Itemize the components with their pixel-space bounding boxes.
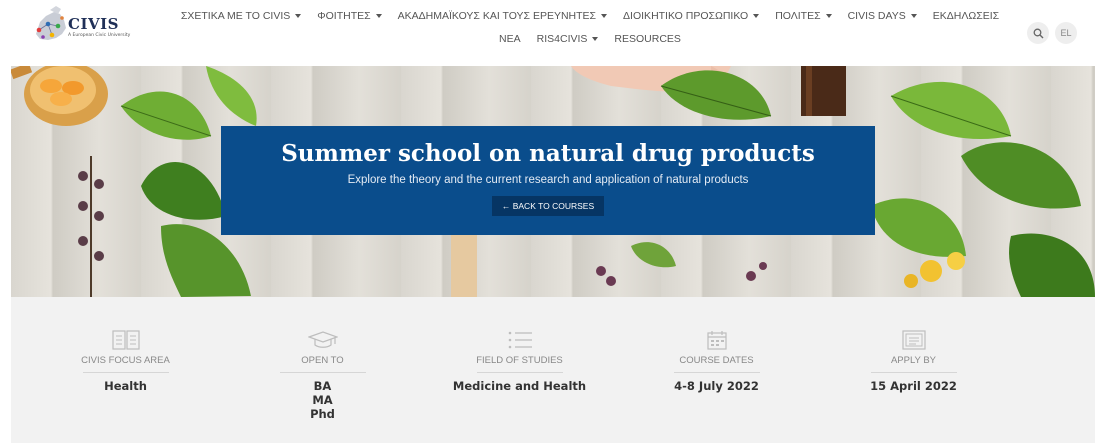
info-label: COURSE DATES <box>679 355 754 366</box>
main-nav: ΣΧΕΤΙΚΑ ΜΕ ΤΟ CIVIS ΦΟΙΤΗΤΕΣ ΑΚΑΔΗΜΑΪΚΟΥ… <box>160 10 1020 45</box>
nav-label: ΑΚΑΔΗΜΑΪΚΟΥΣ ΚΑΙ ΤΟΥΣ ΕΡΕΥΝΗΤΕΣ <box>397 10 597 22</box>
divider <box>476 372 563 373</box>
divider <box>673 372 760 373</box>
nav-item-ris4civis[interactable]: RIS4CIVIS <box>529 33 607 45</box>
nav-label: ΦΟΙΤΗΤΕΣ <box>317 10 371 22</box>
nav-label: RIS4CIVIS <box>536 33 588 45</box>
info-label: APPLY BY <box>890 355 937 366</box>
info-value: 4-8 July 2022 <box>674 379 759 393</box>
course-title-banner: Summer school on natural drug products E… <box>221 126 875 235</box>
nav-item-civis-days[interactable]: CIVIS DAYS <box>840 10 925 22</box>
divider <box>82 372 169 373</box>
caret-down-icon <box>753 14 760 18</box>
civis-logo[interactable]: CIVIS A European Civic University <box>30 4 140 46</box>
list-icon <box>505 330 535 350</box>
info-open-to: OPEN TO BA MA Phd <box>224 297 421 443</box>
nav-item-news[interactable]: ΝΕΑ <box>491 33 529 45</box>
hero-banner-image: Summer school on natural drug products E… <box>11 66 1095 297</box>
graduation-cap-icon <box>307 330 338 350</box>
caret-down-icon <box>601 14 608 18</box>
book-icon <box>111 330 141 350</box>
divider <box>279 372 366 373</box>
page-subtitle: Explore the theory and the current resea… <box>347 174 749 186</box>
caret-down-icon <box>375 14 382 18</box>
info-apply-by: APPLY BY 15 April 2022 <box>815 297 1012 443</box>
header-tools: EL <box>1027 22 1077 44</box>
nav-label: ΣΧΕΤΙΚΑ ΜΕ ΤΟ CIVIS <box>180 10 291 22</box>
nav-item-administrative-staff[interactable]: ΔΙΟΙΚΗΤΙΚΟ ΠΡΟΣΩΠΙΚΟ <box>615 10 767 22</box>
logo-name: CIVIS <box>68 15 119 33</box>
nav-label: ΠΟΛΙΤΕΣ <box>775 10 821 22</box>
caret-down-icon <box>910 14 917 18</box>
info-value: BA MA Phd <box>310 379 335 421</box>
info-label: FIELD OF STUDIES <box>476 355 563 366</box>
info-value-line: MA <box>312 393 333 407</box>
info-value: Health <box>104 379 147 393</box>
nav-item-academics-researchers[interactable]: ΑΚΑΔΗΜΑΪΚΟΥΣ ΚΑΙ ΤΟΥΣ ΕΡΕΥΝΗΤΕΣ <box>390 10 615 22</box>
logo-tagline: A European Civic University <box>68 33 131 38</box>
caret-down-icon <box>295 14 302 18</box>
info-value-line: Phd <box>310 407 335 421</box>
nav-label: RESOURCES <box>614 33 681 45</box>
nav-item-resources[interactable]: RESOURCES <box>606 33 689 45</box>
info-value: 15 April 2022 <box>870 379 957 393</box>
info-focus-area: CIVIS FOCUS AREA Health <box>27 297 224 443</box>
caret-down-icon <box>825 14 832 18</box>
document-icon <box>899 330 929 350</box>
nav-item-citizens[interactable]: ΠΟΛΙΤΕΣ <box>767 10 839 22</box>
nav-item-about-civis[interactable]: ΣΧΕΤΙΚΑ ΜΕ ΤΟ CIVIS <box>173 10 309 22</box>
search-button[interactable] <box>1027 22 1049 44</box>
info-label: OPEN TO <box>301 355 344 366</box>
search-icon <box>1033 28 1043 38</box>
language-switch[interactable]: EL <box>1055 22 1077 44</box>
course-info-strip: CIVIS FOCUS AREA Health OPEN TO BA MA Ph… <box>11 297 1095 443</box>
info-value-line: 4-8 July 2022 <box>674 379 759 393</box>
page-title: Summer school on natural drug products <box>281 140 815 167</box>
info-value: Medicine and Health <box>453 379 586 393</box>
info-label: CIVIS FOCUS AREA <box>81 355 170 366</box>
nav-label: ΝΕΑ <box>499 33 521 45</box>
nav-label: ΔΙΟΙΚΗΤΙΚΟ ΠΡΟΣΩΠΙΚΟ <box>623 10 749 22</box>
info-value-line: Medicine and Health <box>452 379 587 393</box>
info-field-of-studies: FIELD OF STUDIES Medicine and Health <box>421 297 618 443</box>
nav-item-events[interactable]: ΕΚΔΗΛΩΣΕΙΣ <box>925 10 1007 22</box>
caret-down-icon <box>592 37 599 41</box>
back-to-courses-button[interactable]: ← BACK TO COURSES <box>491 196 605 216</box>
calendar-icon <box>702 330 732 350</box>
nav-label: CIVIS DAYS <box>847 10 906 22</box>
info-value-line: BA <box>313 379 332 393</box>
info-value-line: Health <box>104 379 147 393</box>
nav-label: ΕΚΔΗΛΩΣΕΙΣ <box>932 10 1000 22</box>
nav-item-students[interactable]: ΦΟΙΤΗΤΕΣ <box>309 10 389 22</box>
divider <box>870 372 957 373</box>
site-header: CIVIS A European Civic University ΣΧΕΤΙΚ… <box>0 0 1107 66</box>
info-value-line: 15 April 2022 <box>870 379 957 393</box>
info-course-dates: COURSE DATES 4-8 July 2022 <box>618 297 815 443</box>
